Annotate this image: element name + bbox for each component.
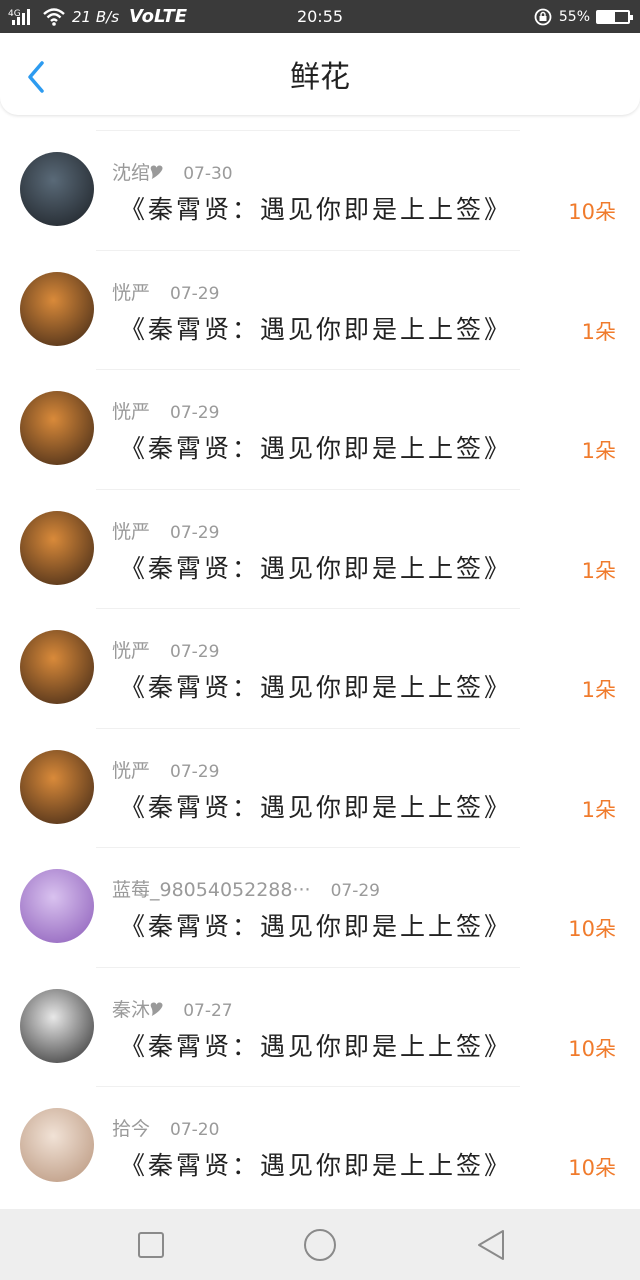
flower-count: 1朵 [581,319,616,344]
row-divider [96,130,520,131]
row-divider [96,249,520,251]
sender-name-text: 拾今 [112,1118,151,1140]
flower-count: 1朵 [581,797,616,822]
gift-target-title: 《秦霄贤：遇见你即是上上签》 [120,1031,513,1061]
gift-date: 07-29 [170,283,220,304]
flower-count: 10朵 [568,1156,616,1180]
gift-row[interactable]: 沈绾🎔 07-30 《秦霄贤：遇见你即是上上签》 10朵 [0,130,640,250]
gift-row[interactable]: 恍严 07-29 《秦霄贤：遇见你即是上上签》 1朵 [0,608,640,728]
home-button[interactable] [302,1227,338,1263]
sender-name: 恍严 07-29 [112,756,219,783]
avatar[interactable] [20,1108,94,1182]
page-title: 鲜花 [290,60,350,95]
gift-date: 07-20 [170,1120,220,1140]
flower-count: 10朵 [568,200,616,224]
row-divider [96,369,520,370]
sender-name-text: 恍严 [112,520,151,543]
gift-row[interactable]: 恍严 07-29 《秦霄贤：遇见你即是上上签》 1朵 [0,488,640,609]
flower-count: 1朵 [581,439,616,463]
gift-row[interactable]: 恍严 07-29 《秦霄贤：遇见你即是上上签》 1朵 [0,369,640,489]
sender-name-text: 恍严 [112,281,151,304]
avatar[interactable] [20,869,94,943]
sender-name: 蓝莓_98054052288··· 07-29 [112,875,380,902]
flower-gift-list: 沈绾🎔 07-30 《秦霄贤：遇见你即是上上签》 10朵 恍严 07-29 《秦霄贤：遇见你… [0,130,640,1206]
gift-date: 07-29 [170,642,220,662]
gift-target-title: 《秦霄贤：遇见你即是上上签》 [120,673,513,702]
gift-row[interactable]: 拾今 07-20 《秦霄贤：遇见你即是上上签》 10朵 [0,1086,640,1206]
gift-target-title: 《秦霄贤：遇见你即是上上签》 [120,1151,513,1180]
gift-target-title: 《秦霄贤：遇见你即是上上签》 [120,195,513,224]
flower-count: 10朵 [568,1036,616,1061]
sender-name: 沈绾🎔 07-30 [112,158,233,185]
row-divider [96,847,520,848]
gift-target-title: 《秦霄贤：遇见你即是上上签》 [120,792,513,822]
avatar[interactable] [20,152,94,226]
square-icon [138,1232,164,1258]
battery-level [598,11,615,22]
sender-name-text: 恍严 [112,401,151,423]
gift-date: 07-29 [330,881,380,901]
status-right: 55% [533,0,633,33]
gift-date: 07-29 [170,522,220,543]
gift-target-title: 《秦霄贤：遇见你即是上上签》 [120,314,513,344]
avatar[interactable] [20,630,94,704]
sender-name: 恍严 07-29 [112,636,219,663]
gift-row[interactable]: 恍严 07-29 《秦霄贤：遇见你即是上上签》 1朵 [0,249,640,370]
avatar[interactable] [20,510,94,585]
sender-name-text: 沈绾🎔 [112,162,164,184]
system-navigation-bar [0,1209,640,1280]
sender-name: 恍严 07-29 [112,397,219,424]
battery-percent: 55% [558,8,590,25]
avatar[interactable] [20,749,94,824]
top-app-bar: 鲜花 [0,33,640,115]
row-divider [96,966,520,968]
sender-name-text: 恍严 [112,640,151,662]
avatar[interactable] [20,391,94,465]
battery-icon [596,9,633,24]
row-divider [96,727,520,729]
gift-row[interactable]: 恍严 07-29 《秦霄贤：遇见你即是上上签》 1朵 [0,727,640,848]
gift-row[interactable]: 秦沐🎔 07-27 《秦霄贤：遇见你即是上上签》 10朵 [0,966,640,1087]
gift-date: 07-29 [170,403,220,423]
sender-name-text: 蓝莓_98054052288··· [112,879,311,901]
gift-target-title: 《秦霄贤：遇见你即是上上签》 [120,553,513,583]
gift-date: 07-29 [170,761,220,782]
flower-count: 1朵 [581,558,616,583]
gift-target-title: 《秦霄贤：遇见你即是上上签》 [120,434,513,463]
nav-back-button[interactable] [474,1227,510,1263]
row-divider [96,1086,520,1087]
sender-name: 恍严 07-29 [112,517,219,544]
gift-row[interactable]: 蓝莓_98054052288··· 07-29 《秦霄贤：遇见你即是上上签》 10朵 [0,847,640,967]
sender-name-text: 恍严 [112,759,151,782]
gift-date: 07-30 [183,164,233,184]
status-bar: 4G 21 B/s VoLTE 20:55 55% [0,0,640,33]
avatar[interactable] [20,988,94,1063]
flower-count: 10朵 [568,917,616,941]
sender-name: 恍严 07-29 [112,278,219,305]
circle-icon [304,1229,336,1261]
gift-date: 07-27 [183,1000,233,1021]
row-divider [96,608,520,609]
sender-name-text: 秦沐🎔 [112,998,164,1021]
sender-name: 秦沐🎔 07-27 [112,995,233,1022]
sender-name: 拾今 07-20 [112,1114,219,1141]
triangle-back-icon [478,1230,504,1260]
row-divider [96,488,520,490]
recents-button[interactable] [133,1227,169,1263]
gift-target-title: 《秦霄贤：遇见你即是上上签》 [120,912,513,941]
rotation-lock-icon [534,8,552,25]
avatar[interactable] [20,271,94,346]
flower-count: 1朵 [581,678,616,702]
